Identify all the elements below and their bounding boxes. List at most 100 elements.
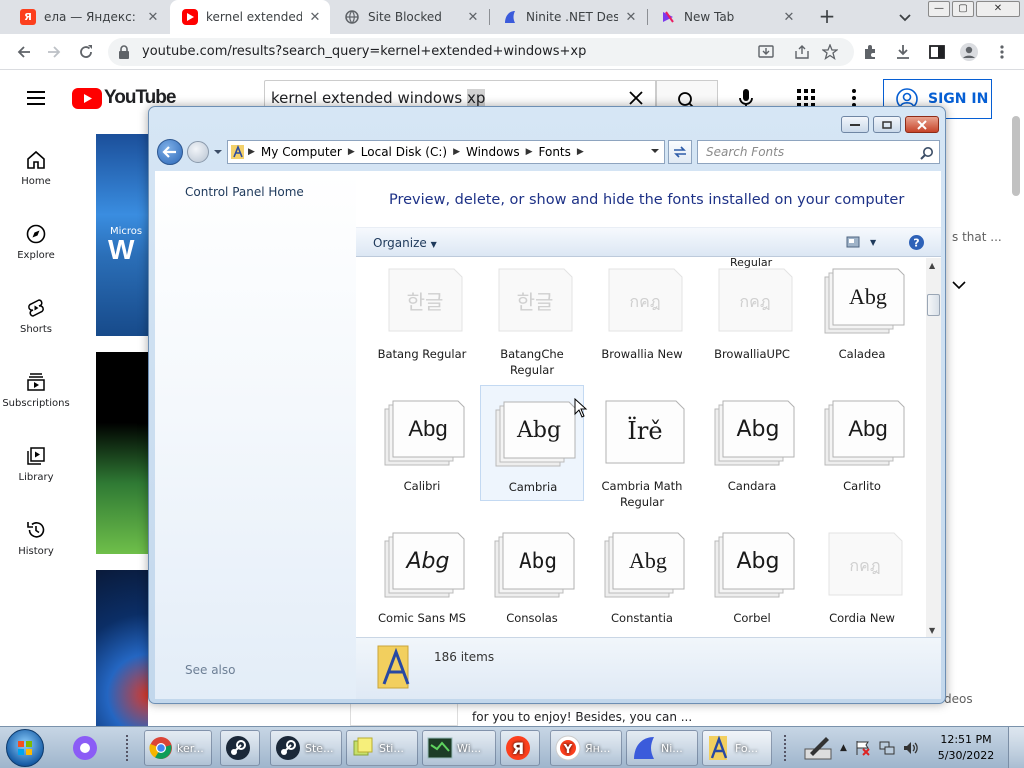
taskbar-item-fonts[interactable]: Fo... — [702, 730, 772, 766]
tab-search-icon[interactable] — [896, 8, 914, 26]
close-window-button[interactable]: ✕ — [976, 1, 1020, 17]
tab-site-blocked[interactable]: Site Blocked ✕ — [332, 0, 488, 34]
change-view-button[interactable]: ▼ — [846, 236, 876, 248]
breadcrumb-windows[interactable]: Windows — [462, 145, 524, 159]
close-icon[interactable]: ✕ — [622, 10, 640, 25]
taskbar-item-steam[interactable]: Ste... — [270, 730, 342, 766]
taskbar-item-chrome[interactable]: ker... — [144, 730, 212, 766]
back-button[interactable] — [157, 139, 183, 165]
control-panel-home-link[interactable]: Control Panel Home — [185, 185, 304, 199]
new-tab-button[interactable]: + — [816, 6, 838, 28]
close-icon[interactable]: ✕ — [306, 10, 324, 25]
alice-assistant-icon[interactable] — [72, 735, 98, 761]
font-tile-consolas[interactable]: Abg Consolas — [480, 517, 584, 633]
taskbar-item-window[interactable]: Wi... — [422, 730, 496, 766]
font-tile-comic-sans-ms[interactable]: Abg Comic Sans MS — [370, 517, 474, 633]
guide-item-subscriptions[interactable]: Subscriptions — [0, 372, 72, 409]
install-icon[interactable] — [758, 44, 774, 60]
extensions-icon[interactable] — [862, 44, 878, 60]
font-tile-carlito[interactable]: Abg Carlito — [810, 385, 914, 501]
maximize-button[interactable]: ▢ — [952, 1, 974, 17]
guide-item-explore[interactable]: Explore — [0, 224, 72, 261]
font-tile-batangche-regular[interactable]: 한글 BatangChe Regular — [480, 258, 584, 377]
address-dropdown-icon[interactable] — [650, 147, 660, 155]
font-tile-corbel[interactable]: Abg Corbel — [700, 517, 804, 633]
reload-button[interactable] — [74, 40, 98, 64]
volume-icon[interactable] — [903, 740, 919, 756]
taskbar-item-steam-pinned[interactable] — [220, 730, 260, 766]
back-button[interactable] — [12, 40, 36, 64]
tab-yandex[interactable]: Я ела — Яндекс: на ✕ — [8, 0, 168, 34]
more-options-icon[interactable] — [851, 89, 857, 107]
breadcrumb-fonts[interactable]: Fonts — [535, 145, 575, 159]
font-tile-cambria-math[interactable]: Ïrě Cambria Math Regular — [590, 385, 694, 509]
start-button[interactable] — [6, 729, 44, 767]
pen-tablet-icon[interactable] — [804, 735, 832, 761]
font-tile-browalliaupc[interactable]: กคฎ BrowalliaUPC — [700, 258, 804, 369]
clock[interactable]: 12:51 PM 5/30/2022 — [936, 732, 996, 764]
url-text[interactable]: youtube.com/results?search_query=kernel+… — [142, 44, 586, 59]
font-tile-caladea[interactable]: Abg Caladea — [810, 258, 914, 369]
guide-item-shorts[interactable]: Shorts — [0, 298, 72, 335]
font-tile-candara[interactable]: Abg Candara — [700, 385, 804, 501]
share-icon[interactable] — [794, 44, 810, 60]
breadcrumb-local-disk[interactable]: Local Disk (C:) — [357, 145, 451, 159]
font-tile-cordia-new[interactable]: กคฎ Cordia New — [810, 517, 914, 633]
menu-icon[interactable] — [994, 44, 1010, 60]
font-tile-browallia-new[interactable]: กคฎ Browallia New — [590, 258, 694, 369]
taskbar-item-yandex-browser[interactable]: Y Ян... — [550, 730, 622, 766]
page-scrollbar[interactable] — [1012, 116, 1020, 196]
font-tile-constantia[interactable]: Abg Constantia — [590, 517, 694, 633]
close-icon[interactable]: ✕ — [780, 10, 798, 25]
video-thumbnail[interactable]: Micros W — [96, 134, 148, 336]
close-icon[interactable]: ✕ — [464, 10, 482, 25]
breadcrumb-separator[interactable]: ▶ — [246, 147, 257, 157]
breadcrumb-separator[interactable]: ▶ — [451, 147, 462, 157]
video-thumbnail[interactable] — [96, 352, 148, 554]
hamburger-menu-icon[interactable] — [26, 90, 46, 106]
chevron-down-icon[interactable] — [950, 276, 968, 294]
help-icon[interactable]: ? — [908, 234, 925, 251]
window-minimize-button[interactable] — [841, 116, 869, 133]
scrollbar-thumb[interactable] — [927, 294, 940, 316]
network-icon[interactable] — [879, 740, 895, 756]
show-desktop-button[interactable] — [1008, 727, 1024, 768]
search-fonts-input[interactable]: Search Fonts — [697, 140, 940, 164]
tab-new-tab[interactable]: New Tab ✕ — [648, 0, 804, 34]
guide-item-history[interactable]: History — [0, 520, 72, 557]
taskbar-item-yandex[interactable]: Я — [500, 730, 540, 766]
forward-button[interactable] — [187, 141, 209, 163]
refresh-button[interactable] — [668, 140, 692, 164]
apps-grid-icon[interactable] — [797, 89, 815, 107]
window-maximize-button[interactable] — [873, 116, 901, 133]
tab-ninite[interactable]: Ninite .NET Deskt ✕ — [490, 0, 646, 34]
side-panel-icon[interactable] — [929, 44, 945, 60]
lock-icon[interactable] — [118, 45, 130, 59]
guide-item-home[interactable]: Home — [0, 150, 72, 187]
scroll-down-arrow-icon[interactable]: ▼ — [929, 626, 935, 635]
scroll-up-arrow-icon[interactable]: ▲ — [929, 261, 935, 270]
breadcrumb-separator[interactable]: ▶ — [524, 147, 535, 157]
video-thumbnail[interactable] — [96, 570, 148, 726]
view-dropdown-icon[interactable]: ▼ — [870, 238, 876, 247]
minimize-button[interactable]: — — [928, 1, 950, 17]
vertical-scrollbar[interactable]: ▲ ▼ — [926, 258, 941, 637]
tray-expand-icon[interactable]: ▲ — [840, 743, 847, 753]
font-tile-cambria[interactable]: Abg Cambria — [480, 385, 584, 501]
forward-button[interactable] — [42, 40, 66, 64]
clear-search-icon[interactable] — [626, 88, 646, 108]
organize-menu[interactable]: Organize ▼ — [373, 236, 437, 250]
download-icon[interactable] — [895, 44, 911, 60]
address-breadcrumb-bar[interactable]: ▶ My Computer ▶ Local Disk (C:) ▶ Window… — [227, 140, 665, 164]
font-tile-calibri[interactable]: Abg Calibri — [370, 385, 474, 501]
bookmark-star-icon[interactable] — [822, 44, 838, 60]
taskbar-item-sticky-notes[interactable]: Sti... — [346, 730, 418, 766]
address-bar[interactable]: youtube.com/results?search_query=kernel+… — [108, 38, 854, 66]
breadcrumb-my-computer[interactable]: My Computer — [257, 145, 346, 159]
close-icon[interactable]: ✕ — [144, 10, 162, 25]
taskbar-item-ninite[interactable]: Ni... — [626, 730, 698, 766]
guide-item-library[interactable]: Library — [0, 446, 72, 483]
profile-icon[interactable] — [959, 42, 979, 62]
action-center-flag-icon[interactable] — [855, 740, 871, 756]
font-tile-batang-regular[interactable]: 한글 Batang Regular — [370, 258, 474, 369]
